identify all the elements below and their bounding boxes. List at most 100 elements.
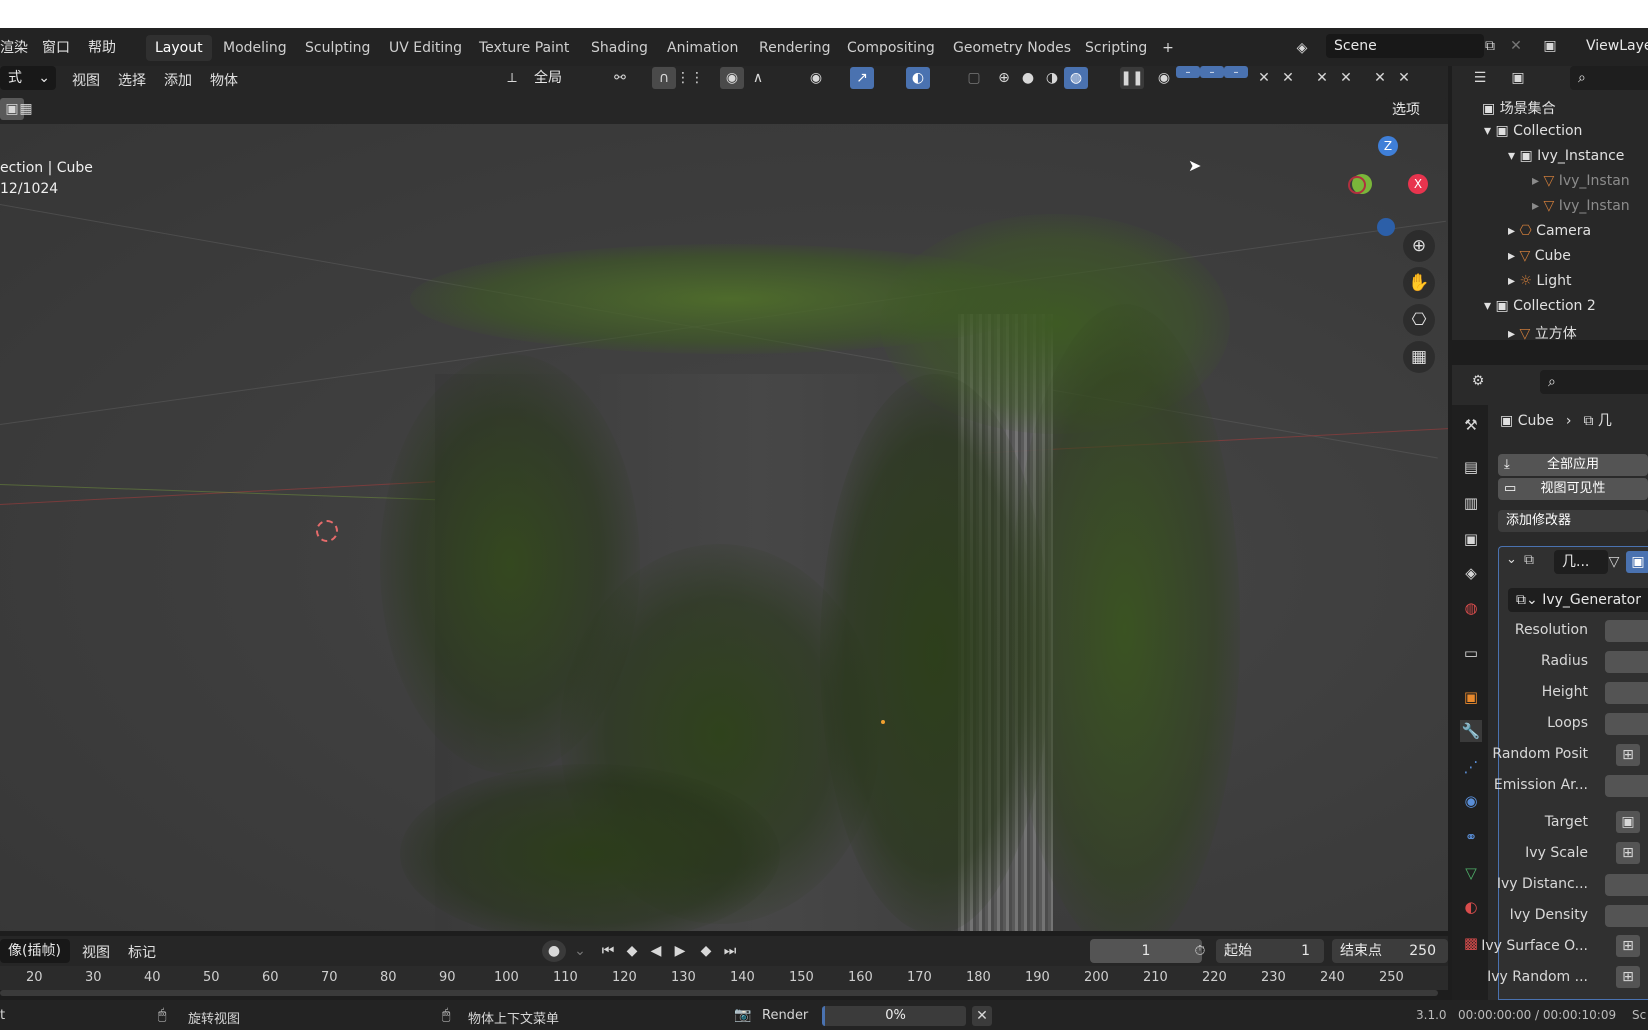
close-x-icon[interactable]: ✕ — [1334, 67, 1358, 89]
resolution-input[interactable] — [1605, 620, 1648, 642]
close-x-icon[interactable]: ✕ — [1310, 67, 1334, 89]
timeline-menu-markers[interactable]: 标记 — [128, 942, 156, 962]
shading-rendered-icon[interactable]: ◍ — [1064, 67, 1088, 89]
ivy-distance-input[interactable] — [1605, 874, 1648, 896]
proportional-edit-icon[interactable]: ◉ — [720, 67, 744, 89]
collapse-chevron-icon[interactable]: ⌄ — [1506, 552, 1517, 567]
menu-object[interactable]: 物体 — [210, 70, 238, 90]
outliner-item[interactable]: ▸ ▽ Cube — [1508, 248, 1571, 264]
attribute-toggle-icon[interactable]: ⊞ — [1616, 935, 1640, 957]
3d-cursor-icon[interactable] — [316, 520, 338, 542]
outliner-item[interactable]: ▸ ▽ Ivy_Instan — [1532, 173, 1630, 189]
keying-mode-dropdown[interactable]: 像(插帧) — [0, 939, 70, 963]
ivy-density-input[interactable] — [1605, 905, 1648, 927]
visibility-icon[interactable]: ◉ — [804, 67, 828, 89]
viewport-visibility-button[interactable]: ▭ 视图可见性 — [1498, 478, 1648, 500]
menu-select[interactable]: 选择 — [118, 70, 146, 90]
new-scene-icon[interactable]: ⧉ — [1478, 35, 1502, 57]
world-tab-icon[interactable]: ◍ — [1460, 597, 1482, 619]
close-x-icon[interactable]: ✕ — [1276, 67, 1300, 89]
emission-area-input[interactable] — [1605, 775, 1648, 797]
scene-tab-icon[interactable]: ◈ — [1460, 562, 1482, 584]
physics-tab-icon[interactable]: ◉ — [1460, 790, 1482, 812]
select-mode-icon[interactable]: ▦ — [14, 98, 38, 120]
outliner-item[interactable]: ▾ ▣ Ivy_Instance — [1508, 148, 1624, 164]
axis-neg-x-icon[interactable] — [1348, 176, 1366, 194]
xray-icon[interactable]: ▢ — [962, 67, 986, 89]
snap-icon[interactable]: ∩ — [652, 67, 676, 89]
tab-sculpting[interactable]: Sculpting — [296, 35, 379, 61]
outliner-root[interactable]: ▣ 场景集合 — [1482, 98, 1556, 118]
axis-z-icon[interactable]: Z — [1378, 136, 1398, 156]
axis-neg-z-icon[interactable] — [1377, 218, 1395, 236]
add-modifier-button[interactable]: 添加修改器 — [1498, 510, 1648, 532]
filter-toggle-icon[interactable]: – — [1224, 66, 1248, 78]
menu-add[interactable]: 添加 — [164, 70, 192, 90]
menu-view[interactable]: 视图 — [72, 70, 100, 90]
outliner-display-mode-icon[interactable]: ☰ — [1468, 67, 1492, 89]
height-input[interactable] — [1605, 682, 1648, 704]
modifier-name-field[interactable]: 几... — [1554, 550, 1608, 574]
prev-keyframe-icon[interactable]: ◆ — [620, 940, 644, 962]
tab-animation[interactable]: Animation — [658, 35, 747, 61]
collection-target-icon[interactable]: ▣ — [1616, 811, 1640, 833]
close-x-icon[interactable]: ✕ — [1392, 67, 1416, 89]
tool-tab-icon[interactable]: ⚒ — [1460, 414, 1482, 436]
view-layer-icon[interactable]: ▣ — [1538, 35, 1562, 57]
editmode-toggle-icon[interactable]: ▽ — [1602, 551, 1626, 573]
cancel-render-icon[interactable]: ✕ — [972, 1006, 992, 1026]
perspective-grid-icon[interactable]: ▦ — [1403, 341, 1435, 373]
falloff-icon[interactable]: ∧ — [746, 67, 770, 89]
outliner-filter-icon[interactable]: ▣ — [1506, 67, 1530, 89]
outliner-item[interactable]: ▾ ▣ Collection — [1484, 123, 1582, 139]
add-workspace-icon[interactable]: + — [1156, 37, 1180, 59]
outliner-item[interactable]: ▸ ▽ Ivy_Instan — [1532, 198, 1630, 214]
filter-toggle-icon[interactable]: – — [1176, 66, 1200, 78]
close-x-icon[interactable]: ✕ — [1252, 67, 1276, 89]
scene-selector-icon[interactable]: ◈ — [1290, 37, 1314, 59]
scene-name-field[interactable]: Scene — [1326, 34, 1484, 58]
outliner-item[interactable]: ▸ ▽ 立方体 — [1508, 323, 1577, 343]
tab-layout[interactable]: Layout — [146, 35, 212, 61]
tab-compositing[interactable]: Compositing — [838, 35, 944, 61]
gizmo-toggle-icon[interactable]: ↗ — [850, 67, 874, 89]
tab-modeling[interactable]: Modeling — [214, 35, 296, 61]
next-keyframe-icon[interactable]: ◆ — [694, 940, 718, 962]
filter-toggle-icon[interactable]: – — [1200, 66, 1224, 78]
zoom-icon[interactable]: ⊕ — [1403, 230, 1435, 262]
timeline-menu-view[interactable]: 视图 — [82, 942, 110, 962]
attribute-toggle-icon[interactable]: ⊞ — [1616, 842, 1640, 864]
apply-all-button[interactable]: ⤓ 全部应用 — [1498, 454, 1648, 476]
tab-geometry-nodes[interactable]: Geometry Nodes — [944, 35, 1080, 61]
outliner-item[interactable]: ▾ ▣ Collection 2 — [1484, 298, 1596, 314]
menu-render[interactable]: 渲染 — [0, 37, 28, 57]
pivot-icon[interactable]: ⚯ — [608, 67, 632, 89]
jump-end-icon[interactable]: ⏭ — [718, 940, 742, 962]
attribute-toggle-icon[interactable]: ⊞ — [1616, 966, 1640, 988]
output-tab-icon[interactable]: ▥ — [1460, 492, 1482, 514]
properties-editor-icon[interactable]: ⚙ — [1466, 370, 1490, 392]
loops-input[interactable] — [1605, 713, 1648, 735]
timeline-scrollbar[interactable] — [0, 990, 1438, 996]
node-group-selector[interactable]: ⧉⌄ Ivy_Generator — [1508, 588, 1648, 612]
shading-material-icon[interactable]: ◑ — [1040, 67, 1064, 89]
close-x-icon[interactable]: ✕ — [1368, 67, 1392, 89]
jump-start-icon[interactable]: ⏮ — [596, 940, 620, 962]
outliner-item[interactable]: ▸ ☼ Light — [1508, 273, 1571, 289]
chevron-down-icon[interactable]: ⌄ — [568, 940, 592, 962]
pause-render-icon[interactable]: ❚❚ — [1120, 67, 1144, 89]
options-dropdown[interactable]: 选项 — [1384, 98, 1448, 122]
pan-hand-icon[interactable]: ✋ — [1403, 267, 1435, 299]
play-reverse-icon[interactable]: ◀ — [644, 940, 668, 962]
overlay-toggle-icon[interactable]: ◐ — [906, 67, 930, 89]
3d-viewport[interactable]: ection | Cube 12/1024 Z X ⊕ ✋ ⎔ ▦ ➤ — [0, 124, 1448, 931]
axis-x-icon[interactable]: X — [1408, 174, 1428, 194]
shading-wireframe-icon[interactable]: ⊕ — [992, 67, 1016, 89]
delete-scene-icon[interactable]: ✕ — [1504, 35, 1528, 57]
render-tab-icon[interactable]: ▤ — [1460, 456, 1482, 478]
tab-scripting[interactable]: Scripting — [1076, 35, 1156, 61]
shading-solid-icon[interactable]: ● — [1016, 67, 1040, 89]
record-icon[interactable]: ● — [542, 940, 566, 962]
menu-help[interactable]: 帮助 — [88, 37, 116, 57]
outliner-item[interactable]: ▸ ⎔ Camera — [1508, 223, 1591, 239]
